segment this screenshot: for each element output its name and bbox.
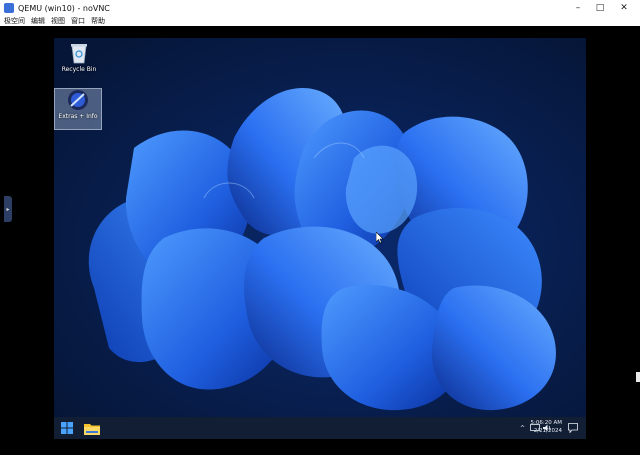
remote-desktop[interactable]: Recycle Bin Extras + Info ^ 5:06:20 AM 2…: [54, 38, 586, 439]
desktop-icon-extras-info[interactable]: Extras + Info: [54, 88, 102, 130]
mouse-cursor-icon: [376, 232, 384, 244]
menu-item-zspace[interactable]: 极空间: [4, 16, 25, 26]
menu-item-edit[interactable]: 编辑: [31, 16, 45, 26]
taskbar-clock[interactable]: 5:06:20 AM 2/21/2024: [522, 419, 562, 437]
extras-info-icon: [68, 90, 88, 110]
maximize-button[interactable]: □: [588, 0, 612, 16]
menu-bar: 极空间 编辑 视图 窗口 帮助: [0, 16, 640, 26]
clock-date: 2/21/2024: [533, 428, 562, 434]
menu-item-view[interactable]: 视图: [51, 16, 65, 26]
clock-time: 5:06:20 AM: [530, 420, 562, 426]
bloom-wallpaper: [54, 38, 586, 417]
extras-info-label: Extras + Info: [58, 113, 98, 120]
windows-start-icon: [61, 422, 73, 434]
file-explorer-icon: [84, 423, 100, 435]
notification-center-button[interactable]: [566, 421, 580, 435]
novnc-control-bar-handle[interactable]: ▸: [4, 196, 12, 222]
start-button[interactable]: [59, 420, 75, 436]
menu-item-window[interactable]: 窗口: [71, 16, 85, 26]
menu-item-help[interactable]: 帮助: [91, 16, 105, 26]
taskbar: ^ 5:06:20 AM 2/21/2024: [54, 417, 586, 439]
recycle-bin-icon: [71, 44, 87, 64]
recycle-bin-label: Recycle Bin: [61, 66, 97, 73]
window-titlebar: QEMU (win10) - noVNC – □ ✕: [0, 0, 640, 16]
desktop-icon-recycle-bin[interactable]: Recycle Bin: [56, 42, 102, 82]
minimize-button[interactable]: –: [566, 0, 590, 16]
window-title: QEMU (win10) - noVNC: [18, 3, 110, 13]
close-button[interactable]: ✕: [612, 0, 636, 16]
novnc-app-icon: [4, 3, 14, 13]
scrollbar-stub: [636, 372, 640, 382]
file-explorer-taskbar-button[interactable]: [84, 420, 100, 436]
notification-icon: [568, 423, 578, 433]
